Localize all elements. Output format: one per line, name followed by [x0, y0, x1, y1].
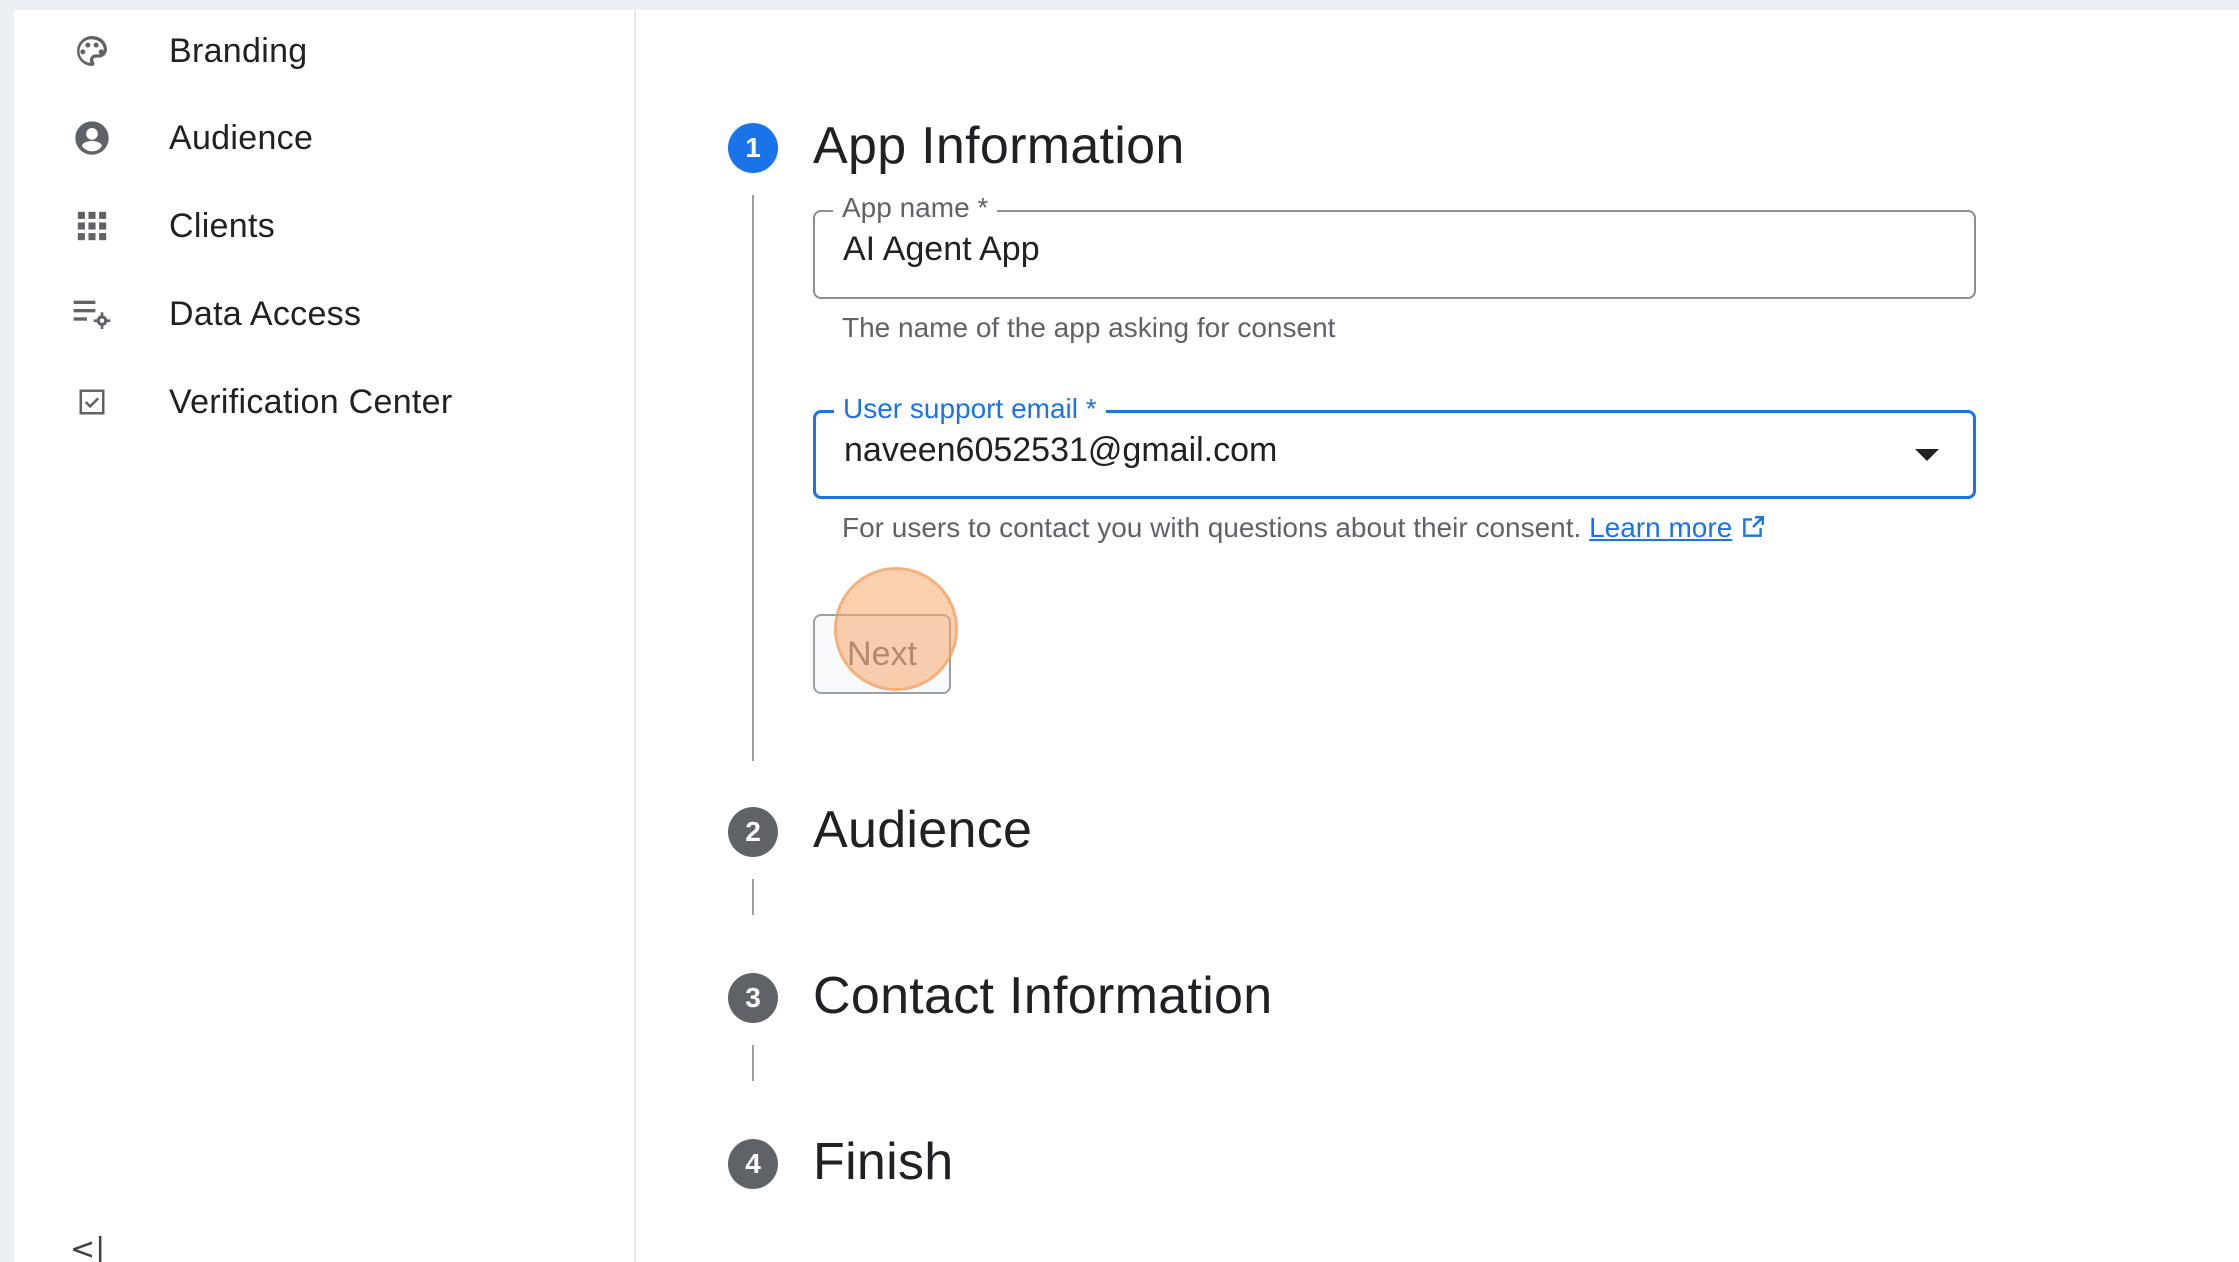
sidebar-item-label: Audience [169, 118, 314, 157]
sidebar-item-branding[interactable]: Branding [14, 11, 634, 91]
step-3-title[interactable]: Contact Information [813, 966, 1272, 1026]
sidebar-item-label: Branding [169, 31, 308, 70]
chevron-down-icon[interactable] [1915, 449, 1939, 461]
learn-more-link[interactable]: Learn more [1589, 512, 1732, 543]
app-name-field[interactable]: App name * AI Agent App [813, 192, 1976, 299]
step-3-indicator: 3 [728, 973, 778, 1023]
step-connector [752, 1045, 754, 1081]
sidebar-item-audience[interactable]: Audience [14, 98, 634, 178]
step-1-indicator: 1 [728, 123, 778, 173]
sidebar-item-label: Data Access [169, 294, 362, 333]
account-circle-icon [70, 116, 114, 160]
support-email-select[interactable]: User support email * naveen6052531@gmail… [813, 393, 1976, 499]
support-email-helper: For users to contact you with questions … [842, 512, 1766, 544]
support-email-label: User support email * [834, 393, 1106, 425]
step-1-title: App Information [813, 117, 1185, 175]
app-frame: Branding Audience Clients Data Access Ve… [14, 10, 2239, 1262]
app-name-value: AI Agent App [843, 230, 1040, 268]
app-name-helper: The name of the app asking for consent [842, 312, 1336, 343]
step-4-indicator: 4 [728, 1139, 778, 1189]
app-name-label: App name * [833, 192, 998, 224]
sidebar-item-label: Clients [169, 206, 276, 245]
sidebar-item-data-access[interactable]: Data Access [14, 274, 634, 354]
step-4-title[interactable]: Finish [813, 1132, 954, 1192]
support-email-value: naveen6052531@gmail.com [844, 431, 1278, 469]
checkbox-icon [70, 380, 114, 424]
step-2-title[interactable]: Audience [813, 800, 1032, 860]
palette-icon [70, 29, 114, 73]
sidebar: Branding Audience Clients Data Access Ve… [14, 10, 636, 1262]
step-connector [752, 195, 754, 761]
apps-grid-icon [70, 204, 114, 248]
next-button[interactable]: Next [813, 614, 951, 694]
external-link-icon[interactable] [1740, 514, 1766, 540]
step-2-indicator: 2 [728, 807, 778, 857]
sidebar-item-label: Verification Center [169, 382, 453, 421]
step-connector [752, 879, 754, 915]
sidebar-item-clients[interactable]: Clients [14, 186, 634, 266]
sidebar-item-verification-center[interactable]: Verification Center [14, 362, 634, 442]
collapse-sidebar-icon[interactable]: <| [70, 1232, 110, 1262]
support-email-helper-text: For users to contact you with questions … [842, 512, 1582, 543]
list-settings-icon [70, 292, 114, 336]
